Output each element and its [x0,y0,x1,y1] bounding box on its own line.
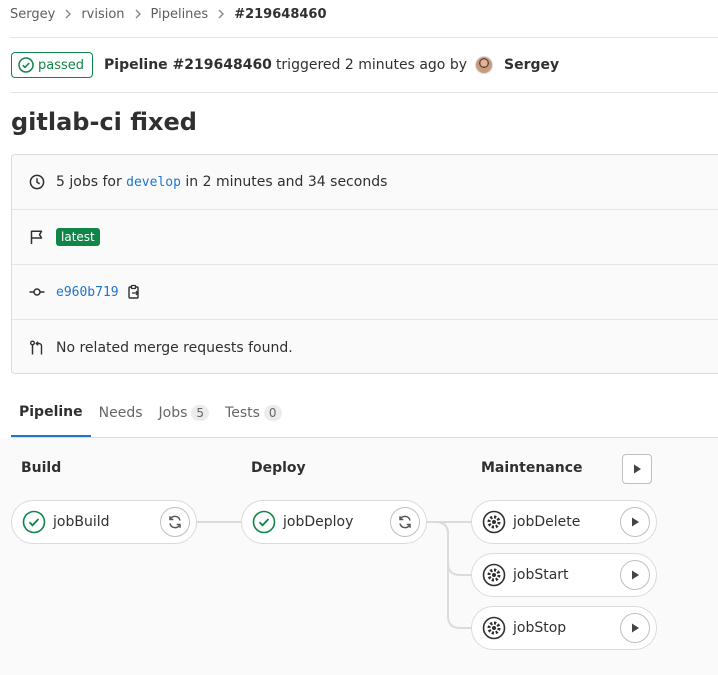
job-name: jobDeploy [283,514,354,530]
tab-count-badge: 5 [191,405,210,421]
tab-count-badge: 0 [263,405,282,421]
tab-label: Needs [98,405,143,421]
status-badge[interactable]: passed [11,52,94,78]
retry-button[interactable] [160,507,190,537]
breadcrumb: Sergey rvision Pipelines #219648460 [10,6,327,22]
status-manual-gear-icon [482,510,506,534]
info-row-merge-requests: No related merge requests found. [12,320,718,375]
tab-jobs[interactable]: Jobs 5 [151,388,218,438]
commit-sha-link[interactable]: e960b719 [56,285,119,300]
avatar[interactable] [475,56,493,74]
play-button[interactable] [620,560,650,590]
divider [10,92,718,93]
play-icon [632,570,639,580]
status-success-icon [22,510,46,534]
pipeline-id: Pipeline #219648460 [104,57,272,73]
clock-icon [28,173,46,191]
retry-icon [399,515,411,529]
breadcrumb-item-user[interactable]: Sergey [10,7,55,22]
page-title: gitlab-ci fixed [11,108,197,136]
job-stop[interactable]: jobStop [471,606,657,650]
jobs-count-text: 5 jobs for [56,174,122,190]
stage-title-build: Build [21,460,62,476]
stage-title-maintenance: Maintenance [481,460,583,476]
stage-title-deploy: Deploy [251,460,306,476]
breadcrumb-item-current[interactable]: #219648460 [234,7,326,22]
merge-requests-text: No related merge requests found. [56,339,293,356]
job-name: jobStop [513,620,567,636]
pipeline-header: passed Pipeline #219648460 triggered 2 m… [11,52,559,78]
play-icon [632,623,639,633]
chevron-right-icon [134,9,142,19]
tab-label: Tests [225,405,260,421]
triggered-text: triggered 2 minutes ago by [275,57,467,73]
job-delete[interactable]: jobDelete [471,500,657,544]
commit-icon [28,283,46,301]
user-link[interactable]: Sergey [504,57,559,73]
play-button[interactable] [620,613,650,643]
play-icon [634,464,641,474]
tab-needs[interactable]: Needs [91,388,151,438]
pipeline-tabs: Pipeline Needs Jobs 5 Tests 0 [11,388,718,438]
job-start[interactable]: jobStart [471,553,657,597]
status-manual-gear-icon [482,563,506,587]
status-success-icon [252,510,276,534]
latest-badge: latest [56,228,100,246]
flag-icon [28,228,46,246]
play-all-manual-button[interactable] [622,454,652,484]
branch-link[interactable]: develop [126,175,181,190]
play-icon [632,517,639,527]
job-build[interactable]: jobBuild [11,500,197,544]
pipeline-info-card: 5 jobs for develop in 2 minutes and 34 s… [11,154,718,374]
info-row-tags: latest [12,210,718,265]
info-row-jobs: 5 jobs for develop in 2 minutes and 34 s… [12,155,718,210]
status-success-icon [18,57,34,73]
pipeline-graph: Build Deploy Maintenance jobBuild jobDep… [0,438,718,675]
job-name: jobBuild [53,514,110,530]
status-label: passed [38,57,85,73]
status-manual-gear-icon [482,616,506,640]
play-button[interactable] [620,507,650,537]
breadcrumb-item-project[interactable]: rvision [81,7,124,22]
job-deploy[interactable]: jobDeploy [241,500,427,544]
tab-pipeline[interactable]: Pipeline [11,388,91,437]
divider [10,37,718,38]
job-name: jobDelete [513,514,581,530]
tab-tests[interactable]: Tests 0 [217,388,290,438]
retry-icon [169,515,181,529]
chevron-right-icon [217,9,225,19]
info-row-commit: e960b719 [12,265,718,320]
chevron-right-icon [64,9,72,19]
breadcrumb-item-pipelines[interactable]: Pipelines [151,7,209,22]
tab-label: Jobs [158,405,188,421]
retry-button[interactable] [390,507,420,537]
merge-request-icon [28,339,46,357]
copy-icon[interactable] [127,284,141,300]
duration-text: in 2 minutes and 34 seconds [185,174,388,190]
job-name: jobStart [513,567,569,583]
tab-label: Pipeline [19,403,83,420]
